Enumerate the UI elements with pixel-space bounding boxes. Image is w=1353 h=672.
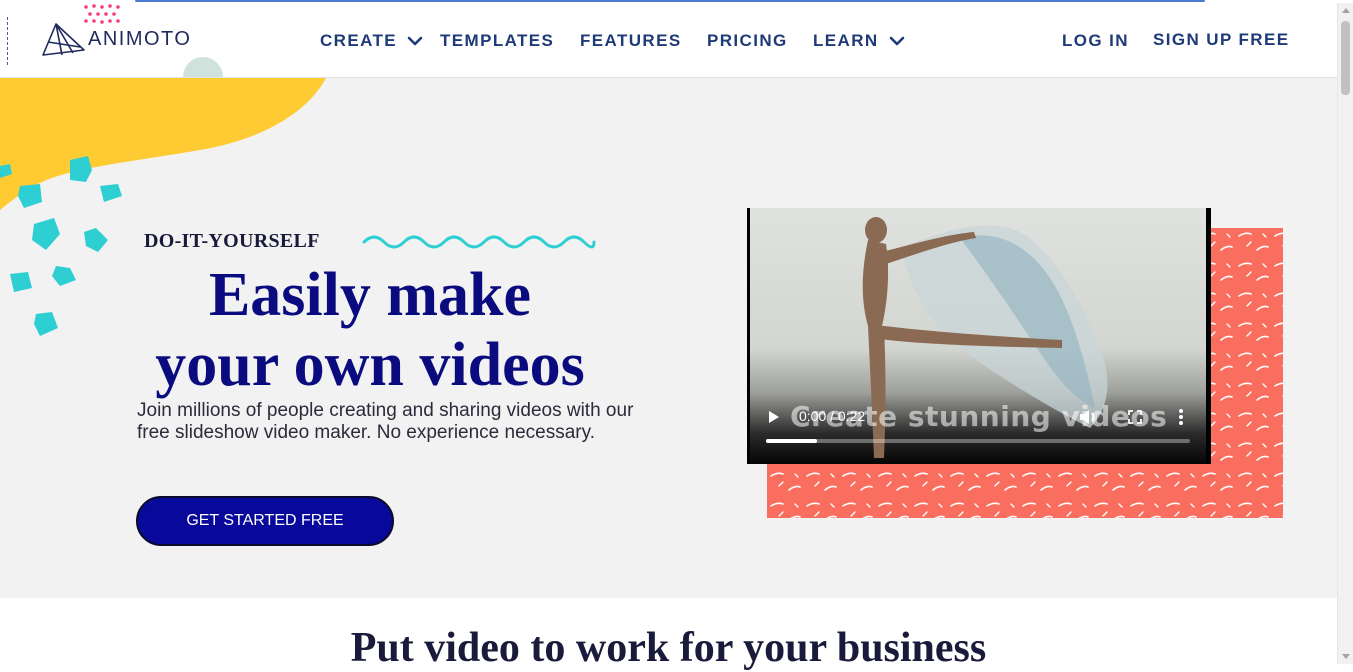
nav-learn[interactable]: LEARN [813,31,905,51]
nav-edge-decoration [0,17,8,65]
signup-label: SIGN UP FREE [1153,30,1290,49]
nav-pricing-label: PRICING [707,31,788,50]
signup-link[interactable]: SIGN UP FREE [1153,30,1289,50]
nav-features[interactable]: FEATURES [580,31,682,51]
browser-accent-line [135,0,1205,2]
scrollbar-thumb[interactable] [1341,21,1350,95]
paper-plane-logo-icon [42,23,85,56]
video-player[interactable]: Create stunning videos 0:00 / 0:22 [747,208,1211,464]
video-progress-bar[interactable] [766,439,1190,443]
nav-create-label: CREATE [320,31,398,50]
scroll-up-arrow-icon[interactable] [1342,8,1350,13]
get-started-button[interactable]: GET STARTED FREE [136,496,394,546]
video-progress-fill [766,439,817,443]
login-label: LOG IN [1062,31,1129,50]
chevron-down-icon [889,36,904,46]
chevron-down-icon [407,36,423,46]
nav-pricing[interactable]: PRICING [707,31,788,51]
video-time: 0:00 / 0:22 [799,408,866,424]
headline-line-2: your own videos [155,331,585,399]
eyebrow-label: DO-IT-YOURSELF [144,230,320,252]
hero-description: Join millions of people creating and sha… [137,400,634,443]
headline-line-1: Easily make [208,261,532,329]
section-title: Put video to work for your business [350,625,987,671]
nav-create[interactable]: CREATE [320,31,423,51]
page-scrollbar[interactable] [1337,3,1353,664]
top-navbar: ANIMOTO CREATE TEMPLATES FEATURES PRICIN… [0,3,1337,78]
login-link[interactable]: LOG IN [1062,31,1129,51]
scroll-down-arrow-icon[interactable] [1342,654,1350,659]
fullscreen-icon[interactable] [1128,410,1142,424]
play-icon[interactable] [768,410,780,424]
volume-icon[interactable] [1078,408,1098,426]
nav-templates-label: TEMPLATES [440,31,555,50]
brand-name: ANIMOTO [88,27,192,50]
nav-templates[interactable]: TEMPLATES [440,31,554,51]
nav-features-label: FEATURES [580,31,682,50]
animoto-logo[interactable]: ANIMOTO [40,19,191,59]
video-controls: 0:00 / 0:22 [750,398,1206,464]
hero-section: DO-IT-YOURSELF Easily make your own vide… [0,78,1337,598]
nav-learn-label: LEARN [813,31,879,50]
squiggle-line-decoration [362,235,596,249]
more-options-icon[interactable] [1178,408,1184,426]
teal-brush-strokes-decoration [0,156,122,336]
video-frame: Create stunning videos 0:00 / 0:22 [750,208,1206,464]
hero-headline: Easily make your own videos [120,260,620,400]
